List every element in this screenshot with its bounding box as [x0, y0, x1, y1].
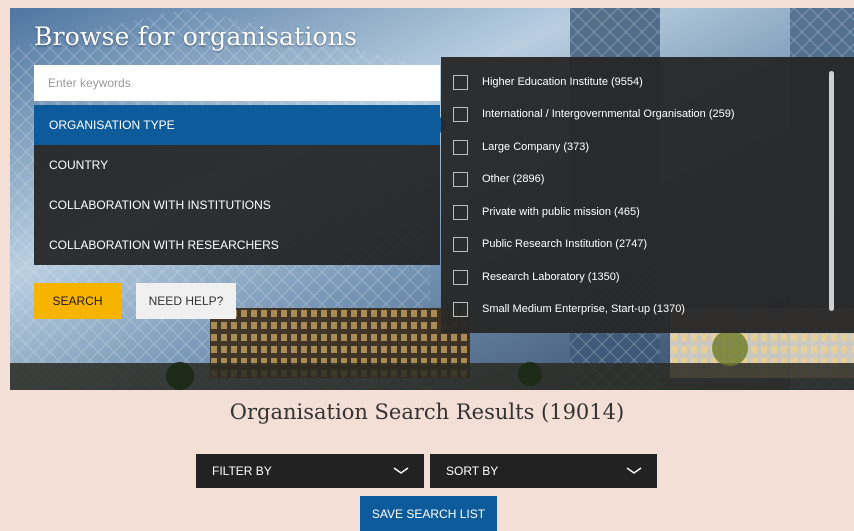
- option-private-public-mission[interactable]: Private with public mission (465): [453, 202, 640, 222]
- menu-item-label: ORGANISATION TYPE: [49, 118, 175, 132]
- option-label: International / Intergovernmental Organi…: [482, 108, 735, 120]
- search-button[interactable]: SEARCH: [34, 283, 121, 319]
- checkbox[interactable]: [453, 301, 468, 317]
- keyword-search-input[interactable]: [34, 65, 440, 101]
- sort-by-label: SORT BY: [446, 464, 499, 478]
- checkbox[interactable]: [453, 236, 468, 252]
- option-large-company[interactable]: Large Company (373): [453, 137, 589, 157]
- sort-by-dropdown[interactable]: SORT BY: [430, 454, 657, 488]
- organisation-type-dropdown: Higher Education Institute (9554) Intern…: [441, 57, 854, 333]
- results-heading: Organisation Search Results (19014): [229, 400, 625, 424]
- option-higher-education[interactable]: Higher Education Institute (9554): [453, 72, 643, 92]
- checkbox[interactable]: [453, 171, 468, 187]
- option-label: Other (2896): [482, 173, 545, 185]
- filter-category-menu: ORGANISATION TYPE COUNTRY COLLABORATION …: [34, 105, 448, 265]
- filter-by-label: FILTER BY: [212, 464, 272, 478]
- option-label: Higher Education Institute (9554): [482, 76, 643, 88]
- option-sme-startup[interactable]: Small Medium Enterprise, Start-up (1370): [453, 299, 685, 319]
- option-label: Private with public mission (465): [482, 206, 640, 218]
- checkbox[interactable]: [453, 139, 468, 155]
- hero-banner: Browse for organisations ORGANISATION TY…: [10, 8, 854, 390]
- option-public-research-institution[interactable]: Public Research Institution (2747): [453, 234, 647, 254]
- dropdown-scrollbar[interactable]: [829, 71, 834, 311]
- chevron-down-icon: [626, 467, 642, 474]
- menu-item-organisation-type[interactable]: ORGANISATION TYPE: [34, 105, 448, 145]
- filter-by-dropdown[interactable]: FILTER BY: [196, 454, 424, 488]
- checkbox[interactable]: [453, 74, 468, 90]
- menu-item-label: COLLABORATION WITH RESEARCHERS: [49, 238, 279, 252]
- menu-item-collaboration-institutions[interactable]: COLLABORATION WITH INSTITUTIONS: [34, 185, 440, 225]
- option-label: Public Research Institution (2747): [482, 238, 648, 250]
- need-help-button[interactable]: NEED HELP?: [136, 283, 236, 319]
- menu-item-collaboration-researchers[interactable]: COLLABORATION WITH RESEARCHERS: [34, 225, 440, 265]
- option-label: Small Medium Enterprise, Start-up (1370): [482, 303, 685, 315]
- save-search-list-button[interactable]: SAVE SEARCH LIST: [360, 496, 497, 531]
- page-title: Browse for organisations: [34, 22, 358, 51]
- checkbox[interactable]: [453, 204, 468, 220]
- menu-item-label: COLLABORATION WITH INSTITUTIONS: [49, 198, 271, 212]
- checkbox[interactable]: [453, 106, 468, 122]
- menu-item-label: COUNTRY: [49, 158, 109, 172]
- option-research-laboratory[interactable]: Research Laboratory (1350): [453, 267, 620, 287]
- checkbox[interactable]: [453, 269, 468, 285]
- menu-item-country[interactable]: COUNTRY: [34, 145, 440, 185]
- option-other[interactable]: Other (2896): [453, 169, 544, 189]
- option-label: Large Company (373): [482, 141, 590, 153]
- option-international-organisation[interactable]: International / Intergovernmental Organi…: [453, 104, 735, 124]
- option-label: Research Laboratory (1350): [482, 271, 620, 283]
- chevron-down-icon: [393, 467, 409, 474]
